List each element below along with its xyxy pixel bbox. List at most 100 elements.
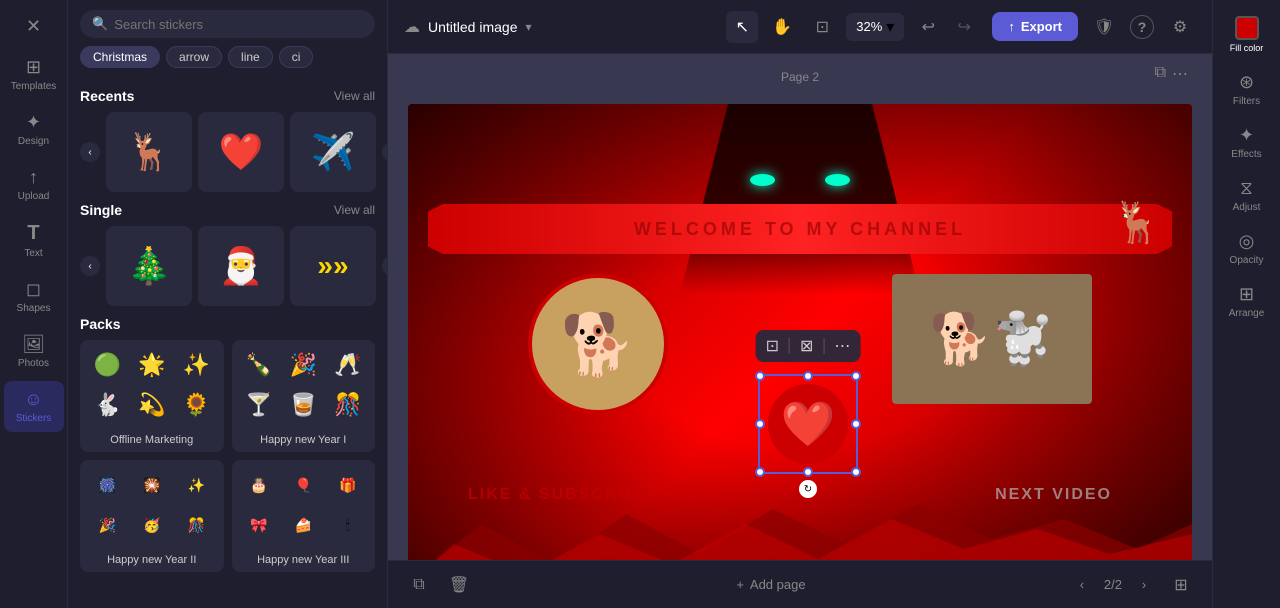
canvas-frame: WELCOME TO MY CHANNEL 🦌 🐕 🐕🐩 LIKE & SUBS… xyxy=(408,104,1192,560)
recents-next-arrow[interactable]: › xyxy=(382,142,387,162)
page-copy-icon[interactable]: ⧉ xyxy=(1155,64,1166,84)
selected-heart-sticker[interactable]: ⊡ ⊠ ⋯ ❤️ xyxy=(758,374,858,474)
shapes-label: Shapes xyxy=(17,303,51,314)
recent-sticker-plane[interactable]: ✈️ xyxy=(290,112,376,192)
hand-tool-button[interactable]: ✋ xyxy=(766,11,798,43)
reindeer-sticker[interactable]: 🦌 xyxy=(1112,199,1162,246)
pack-emoji: 🎀 xyxy=(238,506,281,544)
sidebar-item-stickers[interactable]: ☺ Stickers xyxy=(4,381,64,432)
arrange-label: Arrange xyxy=(1229,308,1265,319)
zoom-control[interactable]: 32% ▾ xyxy=(846,13,904,41)
pack-happy-new-year-1[interactable]: 🍾 🎉 🥂 🍸 🥃 🎊 Happy new Year I xyxy=(232,340,376,452)
tag-christmas[interactable]: Christmas xyxy=(80,46,160,68)
page-more-icon[interactable]: ⋯ xyxy=(1172,64,1188,84)
single-next-arrow[interactable]: › xyxy=(382,256,387,276)
rotate-handle[interactable]: ↻ xyxy=(799,480,817,498)
export-label: Export xyxy=(1021,19,1062,34)
export-button[interactable]: ↑ Export xyxy=(992,12,1078,41)
tag-line[interactable]: line xyxy=(228,46,273,68)
arrange-button[interactable]: ⊞ Arrange xyxy=(1217,276,1277,327)
pack-emoji: 🍰 xyxy=(282,506,325,544)
photos-label: Photos xyxy=(18,358,49,369)
settings-button[interactable]: ⚙ xyxy=(1164,11,1196,43)
pack-emoji: 🍸 xyxy=(238,386,281,424)
redo-button[interactable]: ↪ xyxy=(948,11,980,43)
recent-sticker-heart[interactable]: ❤️ xyxy=(198,112,284,192)
ctx-crop-icon[interactable]: ⊡ xyxy=(766,336,779,356)
tag-ci[interactable]: ci xyxy=(279,46,314,68)
arrange-icon: ⊞ xyxy=(1239,284,1254,305)
pack-emoji: 🕯 xyxy=(327,506,370,544)
title-chevron-icon[interactable]: ▾ xyxy=(526,20,532,34)
sidebar-item-text[interactable]: T Text xyxy=(4,214,64,267)
page-navigation: ‹ 2/2 › ⊞ xyxy=(1068,570,1196,600)
single-title: Single xyxy=(80,202,122,218)
single-sticker-tree[interactable]: 🎄 xyxy=(106,226,192,306)
recents-view-all[interactable]: View all xyxy=(334,89,375,103)
nav-sidebar: ✕ ⊞ Templates ✦ Design ↑ Upload T Text ◻… xyxy=(0,0,68,608)
doc-title[interactable]: Untitled image xyxy=(428,19,518,35)
pack-happy-new-year-3-preview: 🎂 🎈 🎁 🎀 🍰 🕯 xyxy=(232,460,376,550)
pack-offline-marketing[interactable]: 🟢 🌟 ✨ 🐇 💫 🌻 Offline Marketing xyxy=(80,340,224,452)
layout-tool-button[interactable]: ⊡ xyxy=(806,11,838,43)
sidebar-item-templates[interactable]: ⊞ Templates xyxy=(4,49,64,100)
search-input-wrap[interactable]: 🔍 xyxy=(80,10,375,38)
ctx-divider xyxy=(823,338,824,354)
recent-sticker-reindeer[interactable]: 🦌 xyxy=(106,112,192,192)
effects-label: Effects xyxy=(1231,149,1261,160)
single-sticker-hat[interactable]: 🎅 xyxy=(198,226,284,306)
toolbar-tools: ↖ ✋ ⊡ 32% ▾ ↩ ↪ xyxy=(726,11,980,43)
sidebar-item-design[interactable]: ✦ Design xyxy=(4,104,64,155)
help-button[interactable]: ? xyxy=(1130,15,1154,39)
single-prev-arrow[interactable]: ‹ xyxy=(80,256,100,276)
next-page-button[interactable]: › xyxy=(1130,571,1158,599)
pointer-tool-button[interactable]: ↖ xyxy=(726,11,758,43)
upload-label: Upload xyxy=(18,191,50,202)
circle-photo[interactable]: 🐕 xyxy=(528,274,668,414)
recents-prev-arrow[interactable]: ‹ xyxy=(80,142,100,162)
nav-logo[interactable]: ✕ xyxy=(4,8,64,45)
delete-page-button[interactable]: 🗑 xyxy=(444,570,474,600)
effects-button[interactable]: ✦ Effects xyxy=(1217,117,1277,168)
pack-happy-new-year-2-preview: 🎆 🎇 ✨ 🎉 🥳 🎊 xyxy=(80,460,224,550)
shield-button[interactable]: 🛡 xyxy=(1088,11,1120,43)
panel-content: Recents View all ‹ 🦌 ❤️ ✈️ › Single View… xyxy=(68,78,387,608)
packs-title: Packs xyxy=(80,316,120,332)
dogs-photo[interactable]: 🐕🐩 xyxy=(892,274,1092,404)
banner-text: WELCOME TO MY CHANNEL xyxy=(634,219,966,240)
adjust-button[interactable]: ⧖ Adjust xyxy=(1217,170,1277,221)
pack-emoji: 🥂 xyxy=(327,346,370,384)
sidebar-item-shapes[interactable]: ◻ Shapes xyxy=(4,271,64,322)
grid-view-button[interactable]: ⊞ xyxy=(1166,570,1196,600)
upload-icon: ↑ xyxy=(29,167,38,188)
add-page-button[interactable]: + Add page xyxy=(726,573,815,596)
canvas-viewport[interactable]: Page 2 ⧉ ⋯ WELCOME TO MY CHANNEL � xyxy=(388,54,1212,560)
like-subscribe-text: LIKE & SUBSCRIBE xyxy=(468,486,651,504)
pack-emoji: ✨ xyxy=(175,346,218,384)
pack-emoji: 🎉 xyxy=(86,506,129,544)
pack-happy-new-year-2[interactable]: 🎆 🎇 ✨ 🎉 🥳 🎊 Happy new Year II xyxy=(80,460,224,572)
tag-arrow[interactable]: arrow xyxy=(166,46,222,68)
recents-title: Recents xyxy=(80,88,134,104)
opacity-icon: ◎ xyxy=(1239,231,1255,252)
sidebar-item-photos[interactable]: 🖼 Photos xyxy=(4,326,64,377)
single-header: Single View all xyxy=(80,202,375,218)
ctx-more-icon[interactable]: ⋯ xyxy=(834,336,850,356)
filters-button[interactable]: ⊛ Filters xyxy=(1217,64,1277,115)
filters-label: Filters xyxy=(1233,96,1260,107)
undo-button[interactable]: ↩ xyxy=(912,11,944,43)
single-view-all[interactable]: View all xyxy=(334,203,375,217)
ctx-flip-icon[interactable]: ⊠ xyxy=(800,336,813,356)
search-input[interactable] xyxy=(114,17,363,32)
duplicate-page-button[interactable]: ⧉ xyxy=(404,570,434,600)
design-label: Design xyxy=(18,136,49,147)
pack-happy-new-year-3[interactable]: 🎂 🎈 🎁 🎀 🍰 🕯 Happy new Year III xyxy=(232,460,376,572)
single-sticker-arrow[interactable]: »» xyxy=(290,226,376,306)
fill-color-button[interactable]: Fill color xyxy=(1217,8,1277,62)
opacity-button[interactable]: ◎ Opacity xyxy=(1217,223,1277,274)
adjust-label: Adjust xyxy=(1233,202,1261,213)
save-icon[interactable]: ☁ xyxy=(404,17,420,37)
sidebar-item-upload[interactable]: ↑ Upload xyxy=(4,159,64,210)
context-menu-bubble: ⊡ ⊠ ⋯ xyxy=(756,330,861,362)
prev-page-button[interactable]: ‹ xyxy=(1068,571,1096,599)
